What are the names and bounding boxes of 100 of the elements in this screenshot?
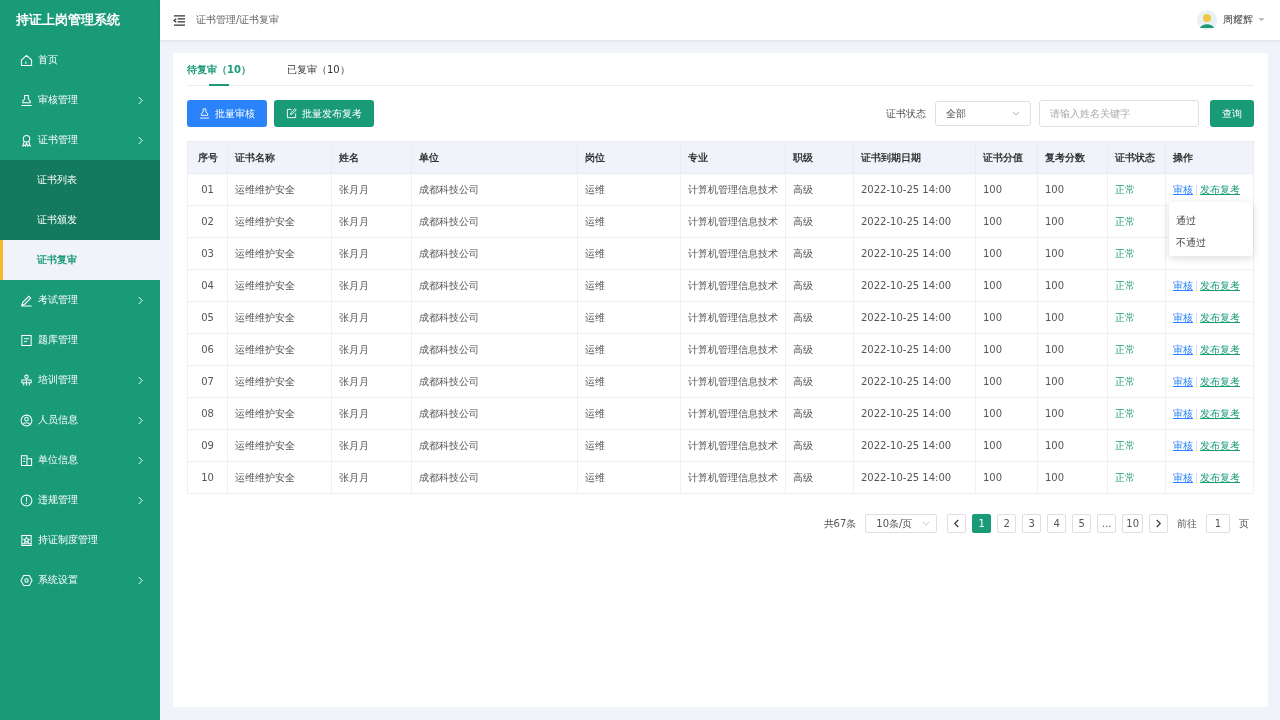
sidebar-item[interactable]: 单位信息	[0, 440, 160, 480]
page-button[interactable]: 4	[1047, 514, 1067, 533]
review-link[interactable]: 审核	[1173, 407, 1193, 419]
sidebar-item[interactable]: 人员信息	[0, 400, 160, 440]
table-cell: 成都科技公司	[419, 247, 479, 259]
page-button[interactable]: ...	[1097, 514, 1117, 533]
table-cell: 高级	[793, 407, 813, 419]
avatar-icon[interactable]	[1197, 10, 1217, 30]
publish-link[interactable]: 发布复考	[1200, 343, 1240, 355]
publish-link[interactable]: 发布复考	[1200, 407, 1240, 419]
user-name[interactable]: 周耀辉	[1223, 13, 1253, 27]
table-cell: 成都科技公司	[419, 215, 479, 227]
publish-link[interactable]: 发布复考	[1200, 279, 1240, 291]
tab[interactable]: 待复审（10）	[187, 63, 251, 85]
review-link[interactable]: 审核	[1173, 439, 1193, 451]
table-cell: 高级	[793, 215, 813, 227]
table-cell: 运维	[585, 279, 605, 291]
publish-link[interactable]: 发布复考	[1200, 311, 1240, 323]
review-link[interactable]: 审核	[1173, 471, 1193, 483]
sidebar-subitem[interactable]: 证书复审	[0, 240, 160, 280]
menu-item[interactable]: 不通过	[1169, 232, 1253, 254]
sidebar-subitem[interactable]: 证书颁发	[0, 200, 160, 240]
page-button[interactable]: 2	[997, 514, 1017, 533]
review-link[interactable]: 审核	[1173, 311, 1193, 323]
sidebar-item[interactable]: 违规管理	[0, 480, 160, 520]
table-cell: 02	[201, 216, 214, 227]
search-field[interactable]: 请输入姓名关键字	[1039, 100, 1199, 127]
page-button[interactable]: 5	[1072, 514, 1092, 533]
menu-icon[interactable]	[173, 14, 186, 26]
edit-icon	[286, 108, 297, 119]
table-cell: 09	[201, 440, 214, 451]
column-header: 证书状态	[1115, 151, 1155, 163]
breadcrumb: 证书管理/证书复审	[196, 13, 280, 27]
tab[interactable]: 已复审（10）	[286, 63, 350, 85]
table-cell: 成都科技公司	[419, 471, 479, 483]
sidebar-subitem[interactable]: 证书列表	[0, 160, 160, 200]
table-cell: 运维维护安全	[235, 215, 295, 227]
table-cell: 运维	[585, 375, 605, 387]
table-cell: 2022-10-25 14:00	[861, 248, 952, 259]
batch-review-button[interactable]: 批量审核	[187, 100, 267, 127]
sidebar-item[interactable]: 首页	[0, 40, 160, 80]
publish-link[interactable]: 发布复考	[1200, 439, 1240, 451]
next-page-button[interactable]	[1149, 514, 1168, 533]
status-text: 正常	[1115, 375, 1135, 387]
sidebar-item[interactable]: 系统设置	[0, 560, 160, 600]
building-icon	[20, 453, 33, 467]
sidebar-item[interactable]: 题库管理	[0, 320, 160, 360]
status-text: 正常	[1115, 471, 1135, 483]
table-cell: 计算机管理信息技术	[688, 247, 778, 259]
table-cell: 成都科技公司	[419, 439, 479, 451]
table-cell: 100	[983, 248, 1003, 259]
status-text: 正常	[1115, 279, 1135, 291]
review-link[interactable]: 审核	[1173, 343, 1193, 355]
table-cell: 04	[201, 280, 214, 291]
table-cell: 张月月	[339, 183, 369, 195]
column-header: 证书到期日期	[861, 151, 921, 163]
table-cell: 张月月	[339, 343, 369, 355]
sidebar-item[interactable]: 培训管理	[0, 360, 160, 400]
publish-link[interactable]: 发布复考	[1200, 183, 1240, 195]
table-cell: 100	[983, 440, 1003, 451]
prev-page-button[interactable]	[947, 514, 967, 533]
page-button[interactable]: 3	[1022, 514, 1042, 533]
status-select[interactable]: 全部	[935, 101, 1031, 126]
review-link[interactable]: 审核	[1173, 375, 1193, 387]
warning-icon	[20, 493, 33, 507]
stamp-icon	[199, 108, 210, 119]
publish-link[interactable]: 发布复考	[1200, 471, 1240, 483]
status-text: 正常	[1115, 439, 1135, 451]
publish-link[interactable]: 发布复考	[1200, 375, 1240, 387]
table-cell: 高级	[793, 375, 813, 387]
table-cell: 计算机管理信息技术	[688, 183, 778, 195]
status-text: 正常	[1115, 343, 1135, 355]
table-cell: 运维	[585, 247, 605, 259]
page-size-select[interactable]: 10条/页	[865, 514, 938, 533]
table-cell: 100	[1045, 472, 1065, 483]
table-cell: 100	[983, 344, 1003, 355]
table-cell: 成都科技公司	[419, 311, 479, 323]
review-link[interactable]: 审核	[1173, 183, 1193, 195]
table-cell: 高级	[793, 439, 813, 451]
sidebar-item[interactable]: 考试管理	[0, 280, 160, 320]
page-button[interactable]: 10	[1122, 514, 1143, 533]
table-cell: 03	[201, 248, 214, 259]
page-button[interactable]: 1	[972, 514, 992, 533]
query-button[interactable]: 查询	[1210, 100, 1254, 127]
batch-publish-button[interactable]: 批量发布复考	[274, 100, 374, 127]
sidebar-item[interactable]: 审核管理	[0, 80, 160, 120]
table-cell: 100	[983, 472, 1003, 483]
page-unit: 页	[1239, 516, 1249, 531]
goto-page-field[interactable]: 1	[1206, 514, 1230, 533]
table-cell: 计算机管理信息技术	[688, 343, 778, 355]
sidebar-item[interactable]: 证书管理	[0, 120, 160, 160]
table-cell: 运维维护安全	[235, 183, 295, 195]
status-text: 正常	[1115, 215, 1135, 227]
sidebar-item[interactable]: 持证制度管理	[0, 520, 160, 560]
column-header: 证书名称	[235, 151, 275, 163]
review-link[interactable]: 审核	[1173, 279, 1193, 291]
table-cell: 100	[1045, 184, 1065, 195]
chevron-right-icon	[1155, 519, 1162, 528]
table-cell: 运维	[585, 215, 605, 227]
home-icon	[20, 53, 33, 67]
